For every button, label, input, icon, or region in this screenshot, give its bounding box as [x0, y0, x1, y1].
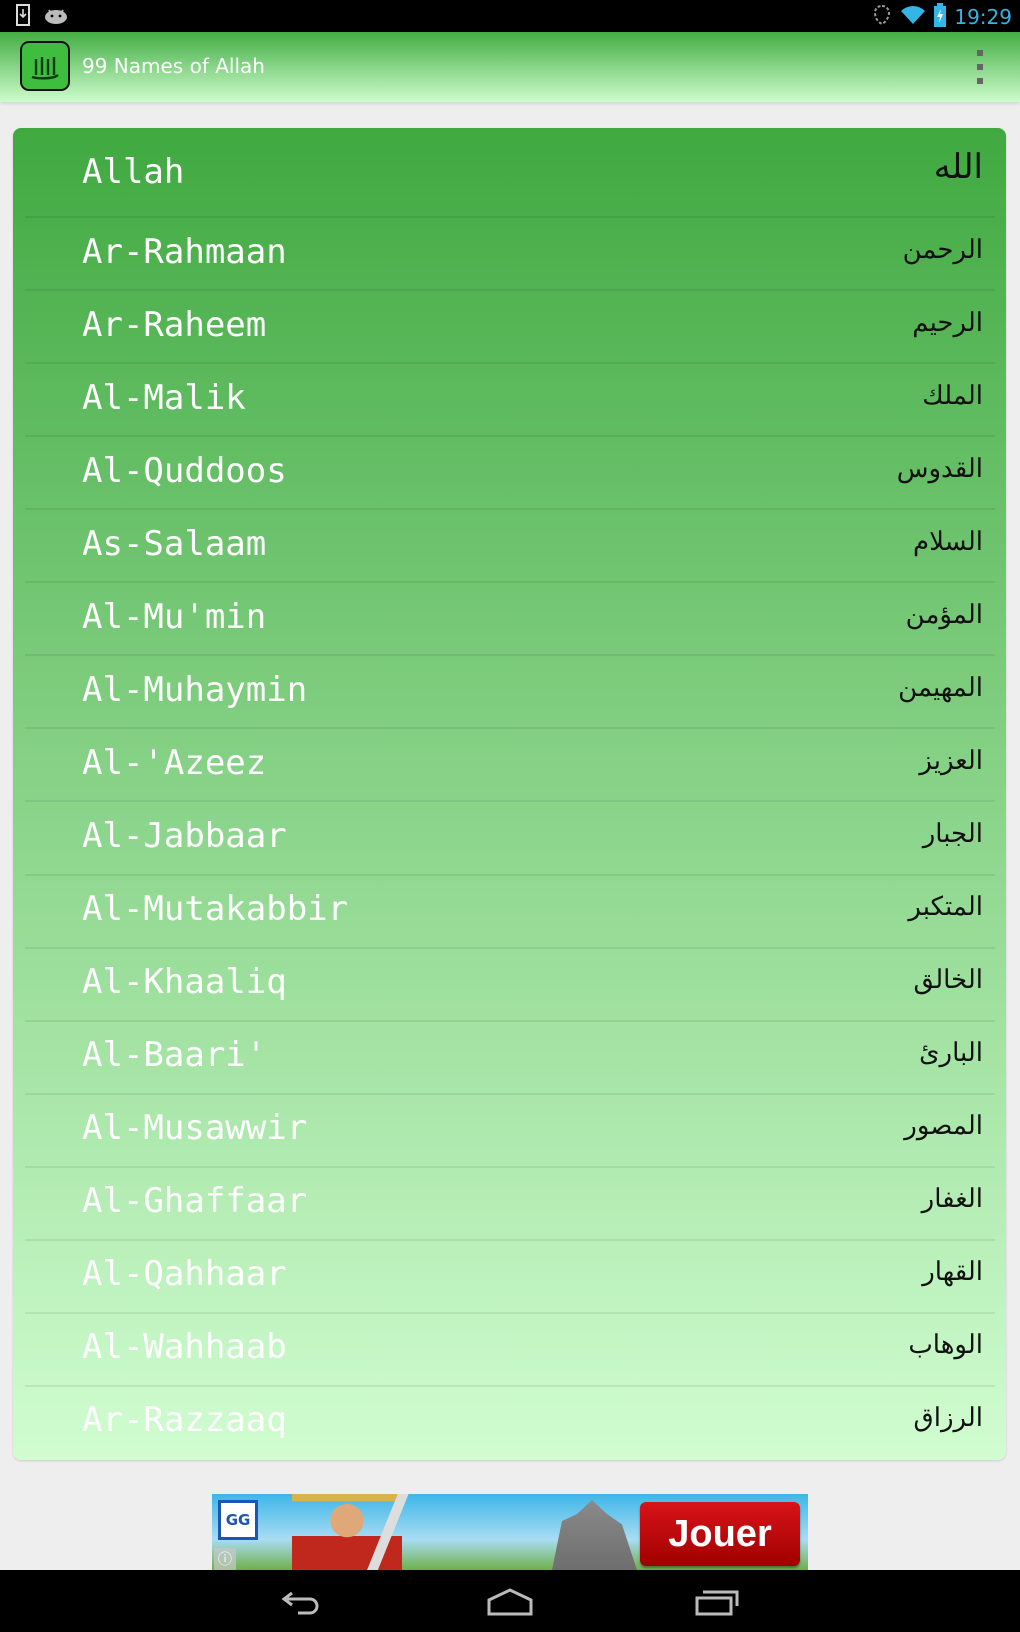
- list-item[interactable]: Al-Mu'min المؤمن: [25, 583, 995, 657]
- names-list: Allah الله Ar-Rahmaan الرحمن Ar-Raheem الرحيم…: [13, 128, 1006, 1460]
- name-transliteration: Ar-Rahmaan: [82, 231, 287, 272]
- list-item[interactable]: Al-'Azeez العزيز: [25, 729, 995, 803]
- home-icon[interactable]: [480, 1582, 540, 1622]
- name-transliteration: Al-Muhaymin: [82, 669, 308, 710]
- name-transliteration: As-Salaam: [82, 523, 267, 564]
- ad-info-icon[interactable]: ⓘ: [214, 1548, 236, 1570]
- list-item[interactable]: Al-Khaaliq الخالق: [25, 949, 995, 1022]
- wifi-icon: [900, 4, 926, 30]
- name-arabic-calligraphy: المهيمن: [898, 672, 983, 703]
- name-arabic-calligraphy: المؤمن: [905, 599, 983, 630]
- status-bar: 19:29: [0, 0, 1020, 32]
- clock: 19:29: [954, 5, 1012, 29]
- name-arabic-calligraphy: الغفار: [921, 1184, 983, 1215]
- name-transliteration: Ar-Raheem: [82, 304, 267, 345]
- allah-calligraphy-icon[interactable]: [20, 41, 70, 91]
- name-arabic-calligraphy: المتكبر: [908, 892, 983, 923]
- list-item[interactable]: As-Salaam السلام: [25, 510, 995, 584]
- name-transliteration: Al-Quddoos: [82, 450, 287, 491]
- name-transliteration: Al-Malik: [82, 377, 246, 418]
- name-arabic-calligraphy: الخالق: [913, 965, 983, 996]
- name-arabic-calligraphy: السلام: [913, 526, 983, 557]
- navigation-bar: [0, 1570, 1020, 1632]
- name-transliteration: Al-Qahhaar: [82, 1254, 287, 1295]
- ad-banner[interactable]: GG ⓘ Jouer: [212, 1494, 808, 1570]
- download-notification-icon: [16, 4, 30, 30]
- app-title: 99 Names of Allah: [82, 54, 265, 78]
- list-item[interactable]: Al-Malik الملك: [25, 364, 995, 438]
- list-item[interactable]: Al-Quddoos القدوس: [25, 437, 995, 511]
- battery-charging-icon: [934, 3, 947, 31]
- name-transliteration: Al-Wahhaab: [82, 1327, 287, 1368]
- ad-logo: GG: [218, 1500, 258, 1540]
- name-transliteration: Al-'Azeez: [82, 742, 267, 783]
- name-arabic-calligraphy: الجبار: [922, 818, 983, 849]
- overflow-menu-icon[interactable]: [970, 50, 990, 84]
- name-arabic-calligraphy: الوهاب: [908, 1330, 983, 1361]
- name-arabic-calligraphy: المصور: [904, 1111, 983, 1142]
- name-arabic-calligraphy: الرحمن: [902, 234, 983, 265]
- name-transliteration: Al-Khaaliq: [82, 962, 287, 1003]
- list-item[interactable]: Al-Mutakabbir المتكبر: [25, 876, 995, 949]
- list-item[interactable]: Al-Ghaffaar الغفار: [25, 1168, 995, 1241]
- action-bar: 99 Names of Allah: [0, 32, 1020, 102]
- name-transliteration: Ar-Razzaaq: [82, 1400, 287, 1441]
- name-transliteration: Al-Jabbaar: [82, 815, 287, 856]
- ad-castle-image: [552, 1500, 637, 1570]
- sync-icon: [872, 3, 892, 31]
- name-arabic-calligraphy: الرحيم: [912, 307, 983, 338]
- name-transliteration: Al-Mu'min: [82, 596, 267, 637]
- back-icon[interactable]: [272, 1582, 332, 1622]
- name-arabic-calligraphy: القدوس: [896, 453, 983, 484]
- list-item[interactable]: Al-Baari' البارئ: [25, 1022, 995, 1095]
- list-item[interactable]: Ar-Razzaaq الرزاق: [25, 1387, 995, 1460]
- list-item[interactable]: Ar-Raheem الرحيم: [25, 291, 995, 365]
- ad-play-button[interactable]: Jouer: [640, 1502, 800, 1566]
- list-item[interactable]: Al-Musawwir المصور: [25, 1095, 995, 1168]
- list-item[interactable]: Allah الله: [25, 128, 995, 218]
- list-item[interactable]: Al-Wahhaab الوهاب: [25, 1314, 995, 1387]
- name-transliteration: Al-Baari': [82, 1035, 267, 1076]
- name-transliteration: Al-Ghaffaar: [82, 1181, 308, 1222]
- name-arabic-calligraphy: الملك: [922, 380, 983, 411]
- name-transliteration: Allah: [82, 152, 185, 192]
- name-arabic-calligraphy: القهار: [922, 1257, 983, 1288]
- list-item[interactable]: Al-Jabbaar الجبار: [25, 802, 995, 876]
- name-transliteration: Al-Mutakabbir: [82, 889, 349, 930]
- name-arabic-calligraphy: البارئ: [919, 1038, 983, 1069]
- list-item[interactable]: Al-Qahhaar القهار: [25, 1241, 995, 1314]
- name-arabic-calligraphy: العزيز: [919, 745, 983, 776]
- name-arabic-calligraphy: الرزاق: [913, 1403, 983, 1434]
- list-item[interactable]: Al-Muhaymin المهيمن: [25, 656, 995, 730]
- name-transliteration: Al-Musawwir: [82, 1108, 308, 1149]
- recent-apps-icon[interactable]: [688, 1582, 748, 1622]
- name-arabic-calligraphy: الله: [933, 147, 983, 187]
- list-item[interactable]: Ar-Rahmaan الرحمن: [25, 218, 995, 292]
- android-notification-icon: [44, 6, 68, 28]
